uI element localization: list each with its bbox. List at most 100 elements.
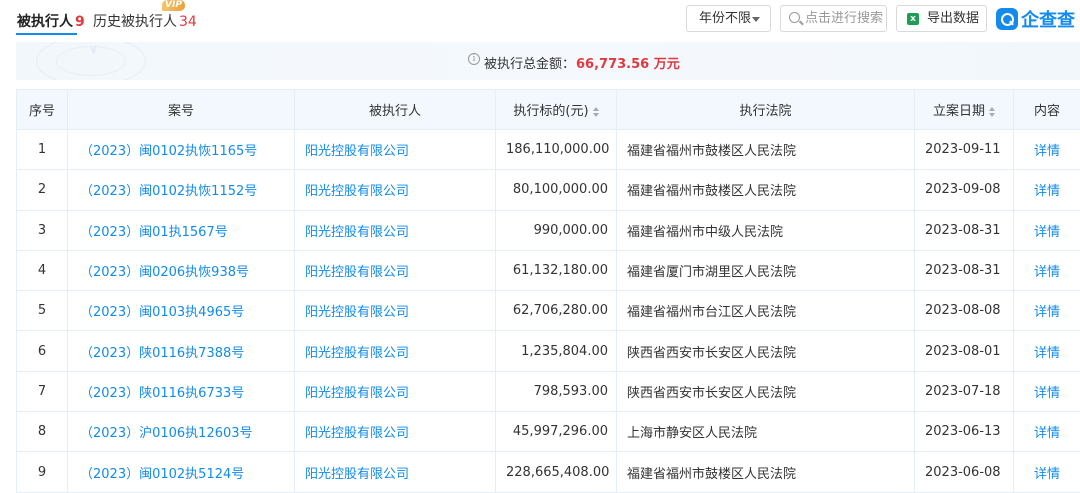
detail-link[interactable]: 详情 <box>1034 184 1060 199</box>
table-row: 9 （2023）闽0102执5124号 阳光控股有限公司 228,665,408.00… <box>16 451 1080 493</box>
tab-history-executed[interactable]: 历史被执行人 34 <box>93 11 197 31</box>
case-number-link[interactable]: （2023）沪0106执12603号 <box>67 411 295 453</box>
case-number-text[interactable]: （2023）闽0102执5124号 <box>80 467 244 482</box>
execution-amount: 798,593.00 <box>495 370 617 413</box>
detail-cell[interactable]: 详情 <box>1013 209 1080 251</box>
case-number-text[interactable]: （2023）闽0102执恢1165号 <box>80 144 257 159</box>
table-row: 8 （2023）沪0106执12603号 阳光控股有限公司 45,997,296.00… <box>16 411 1080 453</box>
party-link[interactable]: 阳光控股有限公司 <box>294 370 496 413</box>
header-index: 序号 <box>16 89 68 130</box>
detail-cell[interactable]: 详情 <box>1013 451 1080 493</box>
party-name-text[interactable]: 阳光控股有限公司 <box>305 305 409 320</box>
header-court: 执行法院 <box>616 89 915 130</box>
detail-link[interactable]: 详情 <box>1034 305 1060 320</box>
case-number-text[interactable]: （2023）闽0206执恢938号 <box>80 265 249 280</box>
case-number-text[interactable]: （2023）闽0103执4965号 <box>80 305 244 320</box>
table-row: 3 （2023）闽01执1567号 阳光控股有限公司 990,000.00 福建省福州市… <box>16 209 1080 251</box>
detail-link[interactable]: 详情 <box>1034 467 1060 482</box>
party-link[interactable]: 阳光控股有限公司 <box>294 209 496 251</box>
table-row: 2 （2023）闽0102执恢1152号 阳光控股有限公司 80,100,000.00… <box>16 169 1080 211</box>
vip-badge: VIP <box>162 0 185 11</box>
header-case-number: 案号 <box>67 89 295 130</box>
court-name: 福建省福州市鼓楼区人民法院 <box>616 169 915 211</box>
case-number-link[interactable]: （2023）闽0102执5124号 <box>67 451 295 493</box>
row-index: 9 <box>16 451 68 493</box>
court-name: 福建省福州市台江区人民法院 <box>616 290 915 332</box>
table-row: 1 （2023）闽0102执恢1165号 阳光控股有限公司 186,110,000.0… <box>16 128 1080 171</box>
detail-cell[interactable]: 详情 <box>1013 169 1080 211</box>
case-number-text[interactable]: （2023）陕0116执6733号 <box>80 386 244 401</box>
execution-amount: 62,706,280.00 <box>495 290 617 332</box>
party-link[interactable]: 阳光控股有限公司 <box>294 290 496 332</box>
row-index: 4 <box>16 249 68 292</box>
row-index: 5 <box>16 290 68 332</box>
party-link[interactable]: 阳光控股有限公司 <box>294 411 496 453</box>
year-filter-dropdown[interactable]: 年份不限 <box>686 5 771 32</box>
party-name-text[interactable]: 阳光控股有限公司 <box>305 225 409 240</box>
case-number-link[interactable]: （2023）闽0102执恢1165号 <box>67 128 295 171</box>
detail-cell[interactable]: 详情 <box>1013 128 1080 171</box>
party-link[interactable]: 阳光控股有限公司 <box>294 249 496 292</box>
row-index: 6 <box>16 330 68 372</box>
info-icon[interactable]: i <box>468 53 480 65</box>
detail-cell[interactable]: 详情 <box>1013 249 1080 292</box>
logo-mark-icon <box>996 8 1018 30</box>
total-amount-label: 被执行总金额： <box>484 57 576 72</box>
header-amount[interactable]: 执行标的(元) <box>495 89 617 130</box>
case-number-text[interactable]: （2023）陕0116执7388号 <box>80 346 244 361</box>
case-number-link[interactable]: （2023）陕0116执7388号 <box>67 330 295 372</box>
execution-amount: 80,100,000.00 <box>495 169 617 211</box>
party-link[interactable]: 阳光控股有限公司 <box>294 330 496 372</box>
export-data-button[interactable]: x 导出数据 <box>896 5 987 32</box>
party-link[interactable]: 阳光控股有限公司 <box>294 128 496 171</box>
sort-icon[interactable] <box>592 106 599 117</box>
detail-link[interactable]: 详情 <box>1034 144 1060 159</box>
header-date[interactable]: 立案日期 <box>914 89 1014 130</box>
case-number-text[interactable]: （2023）沪0106执12603号 <box>80 426 253 441</box>
tab-history-label: 历史被执行人 <box>93 14 177 30</box>
detail-cell[interactable]: 详情 <box>1013 330 1080 372</box>
search-icon <box>789 12 800 23</box>
case-number-text[interactable]: （2023）闽01执1567号 <box>80 225 228 240</box>
filing-date: 2023-08-31 <box>914 249 1014 292</box>
party-name-text[interactable]: 阳光控股有限公司 <box>305 184 409 199</box>
party-name-text[interactable]: 阳光控股有限公司 <box>305 265 409 280</box>
filing-date: 2023-08-01 <box>914 330 1014 372</box>
detail-link[interactable]: 详情 <box>1034 386 1060 401</box>
yen-watermark-icon: ¥ <box>90 44 97 57</box>
party-name-text[interactable]: 阳光控股有限公司 <box>305 144 409 159</box>
tab-executed-label: 被执行人 <box>17 14 73 30</box>
party-name-text[interactable]: 阳光控股有限公司 <box>305 346 409 361</box>
court-name: 陕西省西安市长安区人民法院 <box>616 370 915 413</box>
party-link[interactable]: 阳光控股有限公司 <box>294 169 496 211</box>
logo-text: 企查查 <box>1021 10 1075 31</box>
party-name-text[interactable]: 阳光控股有限公司 <box>305 467 409 482</box>
caret-down-icon <box>752 17 760 22</box>
detail-link[interactable]: 详情 <box>1034 265 1060 280</box>
year-filter-label: 年份不限 <box>699 11 752 26</box>
case-number-link[interactable]: （2023）闽0102执恢1152号 <box>67 169 295 211</box>
party-link[interactable]: 阳光控股有限公司 <box>294 451 496 493</box>
case-number-link[interactable]: （2023）闽0206执恢938号 <box>67 249 295 292</box>
filing-date: 2023-06-08 <box>914 451 1014 493</box>
search-input[interactable] <box>805 9 885 28</box>
header-party: 被执行人 <box>294 89 496 130</box>
header-date-label: 立案日期 <box>932 104 985 119</box>
row-index: 2 <box>16 169 68 211</box>
case-number-link[interactable]: （2023）陕0116执6733号 <box>67 370 295 413</box>
case-number-text[interactable]: （2023）闽0102执恢1152号 <box>80 184 257 199</box>
sort-icon[interactable] <box>989 106 995 117</box>
detail-cell[interactable]: 详情 <box>1013 290 1080 332</box>
detail-link[interactable]: 详情 <box>1034 225 1060 240</box>
detail-cell[interactable]: 详情 <box>1013 370 1080 413</box>
tab-executed[interactable]: 被执行人 9 <box>17 11 85 31</box>
case-number-link[interactable]: （2023）闽01执1567号 <box>67 209 295 251</box>
party-name-text[interactable]: 阳光控股有限公司 <box>305 426 409 441</box>
case-number-link[interactable]: （2023）闽0103执4965号 <box>67 290 295 332</box>
search-box[interactable] <box>780 5 887 32</box>
detail-link[interactable]: 详情 <box>1034 346 1060 361</box>
detail-cell[interactable]: 详情 <box>1013 411 1080 453</box>
detail-link[interactable]: 详情 <box>1034 426 1060 441</box>
tab-history-count: 34 <box>179 14 197 30</box>
party-name-text[interactable]: 阳光控股有限公司 <box>305 386 409 401</box>
